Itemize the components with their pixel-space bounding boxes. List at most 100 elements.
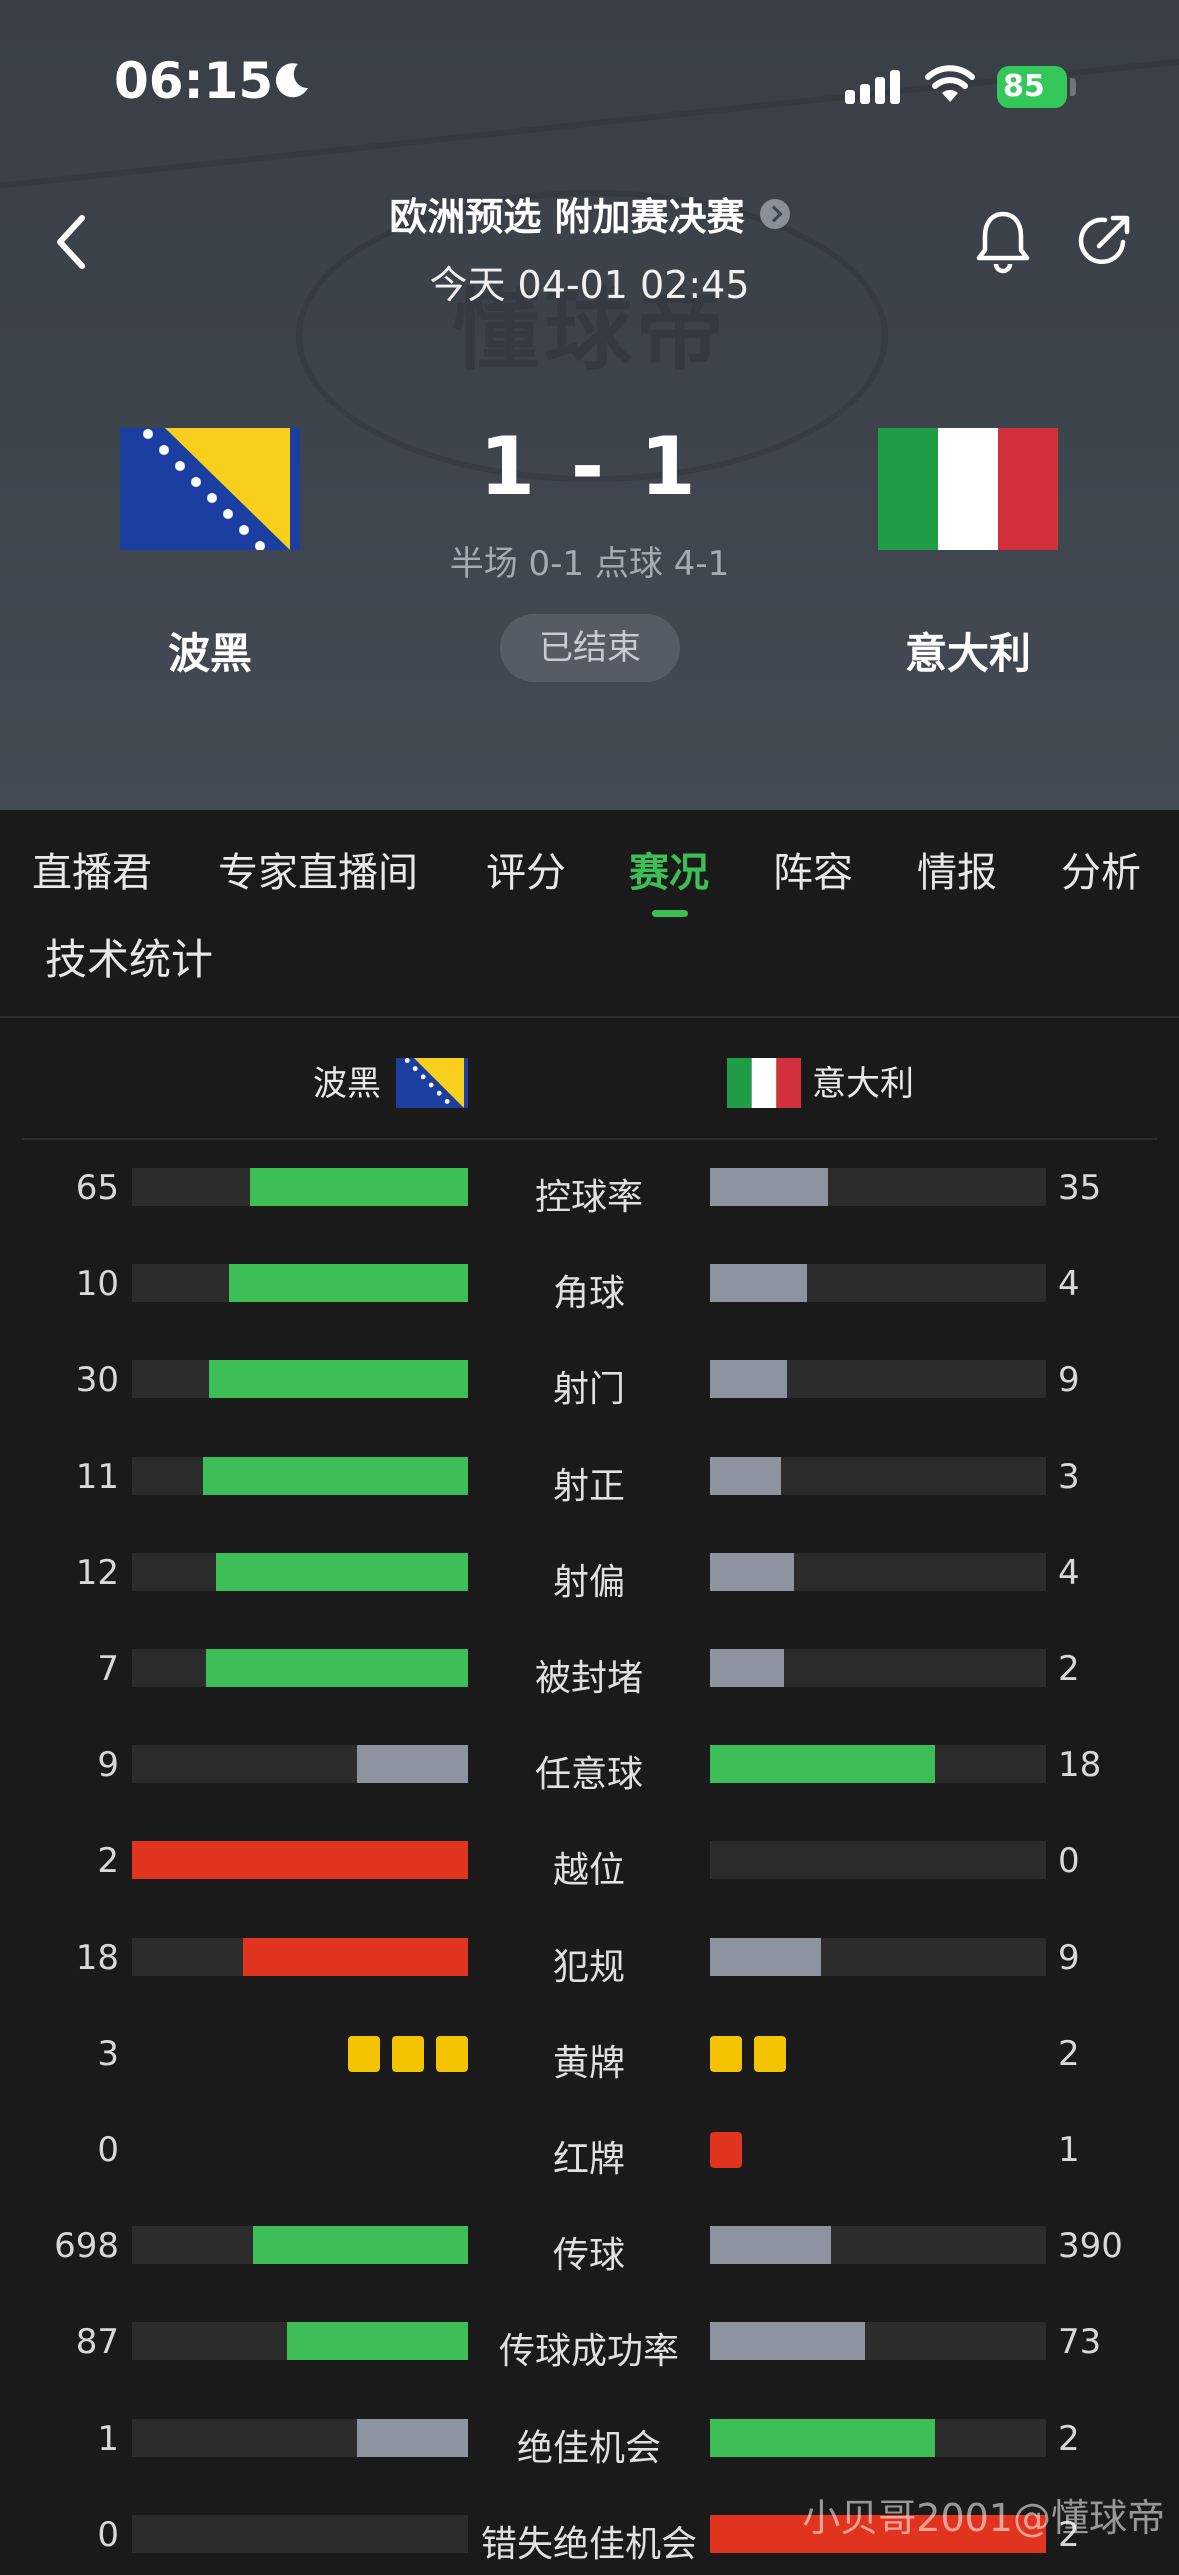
home-stat-bar-track [132,2515,468,2553]
away-stat-bar-track [710,1168,1046,1206]
away-stat-bar-track [710,2322,1046,2360]
home-stat-bar-track [132,1649,468,1687]
stat-row: 9 任意球 18 [0,1725,1179,1805]
away-stat-value: 73 [1058,2322,1102,2362]
home-stat-bar [206,1649,468,1687]
bell-icon[interactable] [975,208,1031,274]
stat-label: 红牌 [552,2139,625,2180]
section-divider [0,1016,1179,1018]
away-stat-value: 0 [1058,1841,1080,1881]
moon-icon [275,63,308,98]
tab-expert-live[interactable]: 专家直播间 [218,840,418,898]
away-stat-bar-track [710,1938,1046,1976]
tab-analysis[interactable]: 分析 [1061,840,1141,898]
stat-row: 7 被封堵 2 [0,1629,1179,1709]
stat-label: 控球率 [534,1177,643,1218]
bosnia-flag-icon [396,1058,468,1108]
away-stat-value: 3 [1058,1457,1080,1497]
away-stat-bar-track [710,1360,1046,1398]
competition-title: 欧洲预选 附加赛决赛 [389,195,745,239]
home-stat-bar-track [132,1841,468,1879]
away-stat-bar [710,1649,784,1687]
cellular-signal-icon [845,70,900,104]
home-stat-value: 18 [75,1938,119,1978]
battery-level: 85 [1003,69,1045,104]
home-stat-bar [243,1938,468,1976]
match-score: 1 - 1 [479,420,700,513]
home-stat-value: 10 [75,1264,119,1304]
away-stat-bar-track [710,2419,1046,2457]
status-bar: 06:15 85 [0,0,1179,170]
share-icon[interactable] [1075,212,1133,270]
home-stat-bar-track [132,2419,468,2457]
home-stat-value: 12 [75,1553,119,1593]
away-stat-bar-track [710,1457,1046,1495]
home-team-name[interactable]: 波黑 [60,620,360,681]
header-divider [22,1138,1157,1140]
home-stat-value: 87 [75,2322,119,2362]
home-stat-value: 11 [75,1457,119,1497]
tab-bar: 直播君 专家直播间 评分 赛况 阵容 情报 分析 [0,810,1179,920]
section-title: 技术统计 [45,935,214,984]
away-stat-value: 390 [1058,2226,1123,2266]
stat-row: 18 犯规 9 [0,1918,1179,1998]
stat-label: 黄牌 [552,2043,625,2084]
tab-lineup[interactable]: 阵容 [773,840,853,898]
home-stat-bar [357,1745,468,1783]
stat-label: 传球成功率 [498,2331,679,2372]
stats-away-team: 意大利 [812,1064,914,1104]
stat-label: 传球 [552,2235,625,2276]
tab-live-host[interactable]: 直播君 [32,840,152,898]
home-stat-value: 65 [75,1168,119,1208]
stat-row: 30 射门 9 [0,1340,1179,1420]
away-stat-bar-track [710,1649,1046,1687]
away-stat-bar [710,1168,828,1206]
home-stat-bar-track [132,1553,468,1591]
status-time: 06:15 [114,52,274,110]
stat-row: 2 越位 0 [0,1821,1179,1901]
away-stat-bar [710,1264,807,1302]
away-team-name[interactable]: 意大利 [818,620,1118,681]
red-card-icon [710,2132,742,2168]
away-stat-value: 9 [1058,1360,1080,1400]
away-stat-bar [710,1360,787,1398]
home-stat-value: 3 [97,2034,119,2074]
home-stat-bar [250,1168,468,1206]
away-stat-value: 9 [1058,1938,1080,1978]
yellow-card-icon [348,2036,380,2072]
away-stat-bar-track [710,1745,1046,1783]
away-stat-value: 18 [1058,1745,1102,1785]
home-stat-bar-track [132,1745,468,1783]
stat-row: 698 传球 390 [0,2206,1179,2286]
stat-label: 射正 [552,1466,625,1507]
match-header: 懂球帝 06:15 85 欧洲预选 附加赛决赛 今天 04-01 02:45 1… [0,0,1179,810]
home-stat-value: 698 [54,2226,119,2266]
away-stat-bar-track [710,1841,1046,1879]
stat-row: 10 角球 4 [0,1244,1179,1324]
chevron-right-icon [759,198,790,229]
score-detail: 半场 0-1 点球 4-1 [449,544,730,584]
away-stat-value: 35 [1058,1168,1102,1208]
away-stat-bar [710,2226,831,2264]
stat-label: 绝佳机会 [516,2428,661,2469]
tab-rating[interactable]: 评分 [486,840,566,898]
tab-match-status[interactable]: 赛况 [629,840,709,898]
home-stat-bar-track [132,1264,468,1302]
home-stat-bar-track [132,1168,468,1206]
match-status-badge: 已结束 [500,614,680,682]
stat-label: 角球 [552,1273,625,1314]
yellow-card-icon [436,2036,468,2072]
active-tab-indicator [652,910,688,917]
home-stat-bar-track [132,2322,468,2360]
home-stat-bar [287,2322,468,2360]
stat-row: 87 传球成功率 73 [0,2302,1179,2382]
away-stat-bar [710,1745,935,1783]
home-stat-bar-track [132,1457,468,1495]
yellow-card-icon [710,2036,742,2072]
away-stat-bar-track [710,1553,1046,1591]
tab-intel[interactable]: 情报 [917,840,997,898]
wifi-icon [925,65,975,102]
away-stat-value: 1 [1058,2130,1080,2170]
stat-row: 11 射正 3 [0,1437,1179,1517]
away-stat-bar [710,2419,935,2457]
